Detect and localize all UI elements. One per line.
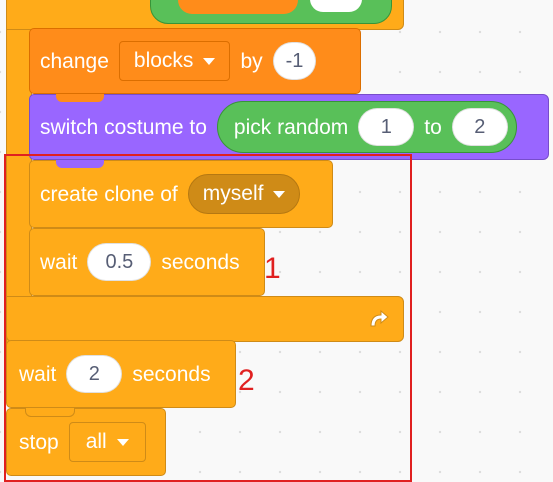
block-notch <box>56 94 104 102</box>
switch-costume-block[interactable]: switch costume to pick random 1 to 2 <box>29 94 549 160</box>
caret-down-icon <box>116 438 129 446</box>
clone-target-value: myself <box>202 182 264 205</box>
block-notch <box>56 160 104 168</box>
seconds-label: seconds <box>132 362 211 386</box>
switch-costume-label: switch costume to <box>40 115 207 139</box>
wait-outer-block[interactable]: wait 2 seconds <box>6 340 236 408</box>
caret-down-icon <box>203 57 216 65</box>
random-to-label: to <box>424 115 442 139</box>
variable-dropdown[interactable]: blocks <box>118 41 231 81</box>
operator-value-partial[interactable] <box>310 0 362 12</box>
change-label: change <box>40 49 109 73</box>
wait-label: wait <box>40 250 78 274</box>
wait-duration-input[interactable]: 0.5 <box>87 243 152 281</box>
stop-option-dropdown[interactable]: all <box>68 422 146 462</box>
repeat-block-bottom[interactable] <box>6 296 404 342</box>
variable-dropdown-value: blocks <box>133 49 194 72</box>
change-variable-block[interactable]: change blocks by -1 <box>29 28 361 94</box>
annotation-marker-2: 2 <box>238 364 255 397</box>
wait-inner-block[interactable]: wait 0.5 seconds <box>29 228 265 296</box>
random-to-input[interactable]: 2 <box>451 108 508 146</box>
random-from-input[interactable]: 1 <box>358 108 415 146</box>
by-label: by <box>240 49 263 73</box>
seconds-label: seconds <box>161 250 240 274</box>
annotation-marker-1: 1 <box>264 252 281 285</box>
block-notch <box>25 408 75 417</box>
caret-down-icon <box>273 190 286 198</box>
stop-label: stop <box>19 430 59 454</box>
pick-random-reporter[interactable]: pick random 1 to 2 <box>216 101 517 153</box>
change-amount-input[interactable]: -1 <box>272 42 317 80</box>
create-clone-block[interactable]: create clone of myself <box>29 160 333 228</box>
wait-duration-input[interactable]: 2 <box>66 355 123 393</box>
operator-input-partial[interactable] <box>178 0 298 14</box>
stop-option-value: all <box>85 430 107 453</box>
stop-block[interactable]: stop all <box>6 408 166 476</box>
loop-arrow-icon <box>370 309 389 327</box>
pick-random-label: pick random <box>233 115 349 139</box>
clone-target-dropdown[interactable]: myself <box>187 174 301 214</box>
create-clone-label: create clone of <box>40 182 178 206</box>
wait-label: wait <box>19 362 57 386</box>
